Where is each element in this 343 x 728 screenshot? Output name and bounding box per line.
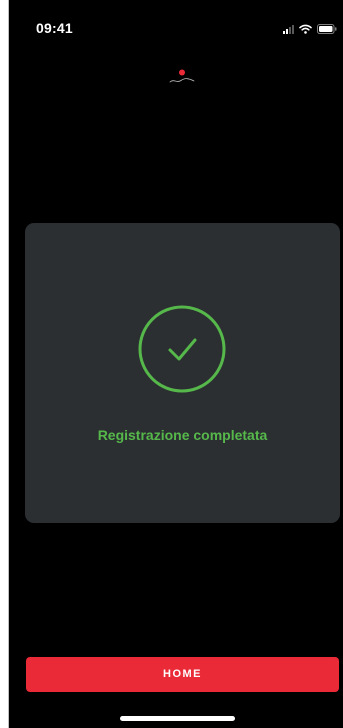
success-card: Registrazione completata bbox=[25, 223, 340, 523]
home-button[interactable]: HOME bbox=[26, 657, 339, 692]
home-indicator[interactable] bbox=[120, 716, 235, 721]
wifi-icon bbox=[299, 24, 312, 34]
status-bar: 09:41 bbox=[9, 0, 343, 52]
status-icons bbox=[283, 23, 337, 35]
lamborghini-logo-icon bbox=[169, 69, 195, 83]
status-time: 09:41 bbox=[36, 20, 73, 36]
cellular-signal-icon bbox=[283, 24, 294, 34]
app-screen: 09:41 Registrazione completata HOME bbox=[8, 0, 343, 728]
success-message: Registrazione completata bbox=[97, 427, 268, 443]
battery-icon bbox=[317, 24, 337, 34]
check-circle-icon bbox=[138, 305, 226, 393]
